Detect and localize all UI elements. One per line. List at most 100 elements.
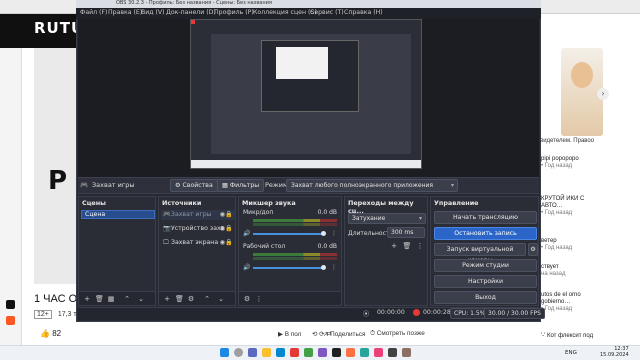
stop-recording-button[interactable]: Остановить запись bbox=[434, 227, 537, 240]
language-indicator[interactable]: ENG bbox=[565, 350, 577, 356]
more-icon[interactable]: ⋮ bbox=[255, 295, 263, 303]
volume-knob[interactable] bbox=[321, 265, 326, 270]
edge-icon[interactable] bbox=[276, 348, 285, 357]
gamepad-icon: 🎮 bbox=[163, 211, 171, 218]
nested-capture-2 bbox=[261, 40, 359, 112]
eye-icon[interactable]: ◉ bbox=[220, 238, 225, 248]
add-icon[interactable]: + bbox=[389, 241, 399, 251]
source-item-screen[interactable]: 🖵 Захват экрана ◉ 🔒 bbox=[161, 238, 235, 248]
transitions-dock: Переходы между сц... Затухание ▾ Длительн… bbox=[344, 196, 428, 306]
app-icon[interactable] bbox=[290, 348, 299, 357]
recommendation-item[interactable]: ветер • Год назад bbox=[541, 238, 603, 252]
record-icon bbox=[413, 309, 420, 316]
arrow-down-icon[interactable]: ⌄ bbox=[137, 295, 145, 303]
more-icon[interactable]: ⋮ bbox=[331, 264, 337, 271]
sources-footer: + 🗑 ⚙ ⌃ ⌄ bbox=[159, 291, 235, 305]
start-stream-button[interactable]: Начать трансляцию bbox=[434, 211, 537, 224]
more-icon[interactable]: ⋮ bbox=[331, 230, 337, 237]
lock-icon[interactable]: 🔒 bbox=[225, 238, 233, 248]
trash-icon[interactable]: 🗑 bbox=[95, 295, 104, 303]
filter-icon[interactable]: ▦ bbox=[107, 295, 115, 303]
exit-button[interactable]: Выход bbox=[434, 291, 537, 304]
arrow-up-icon[interactable]: ⌃ bbox=[123, 295, 131, 303]
task-view-icon[interactable] bbox=[248, 348, 257, 357]
later-button[interactable]: ▶ В пол bbox=[278, 330, 301, 338]
chevron-down-icon: ▾ bbox=[450, 182, 454, 189]
menu-help[interactable]: Справка (H) bbox=[344, 9, 383, 16]
mixer-dock: Микшер звука Микр/доп 0.0 dB 🔊 ⋮ Рабочий… bbox=[238, 196, 342, 306]
recommendation-item[interactable]: utos de el orno gobierno… • Год назад bbox=[541, 292, 603, 313]
properties-button[interactable]: ⚙ Свойства bbox=[170, 179, 218, 192]
trash-icon[interactable]: 🗑 bbox=[175, 295, 184, 303]
share-button[interactable]: ↗ Поделиться bbox=[323, 330, 365, 338]
more-icon[interactable]: ⋮ bbox=[415, 241, 425, 251]
app-icon[interactable] bbox=[374, 348, 383, 357]
search-icon[interactable] bbox=[234, 348, 243, 357]
recommendation-item[interactable]: '-' Кот флексит под bbox=[541, 333, 603, 340]
menu-scene-collection[interactable]: Коллекция сцен (S) bbox=[253, 9, 317, 16]
trash-icon[interactable]: 🗑 bbox=[402, 241, 412, 251]
recording-time: 00:00:28 bbox=[423, 309, 451, 316]
app-icon[interactable] bbox=[346, 348, 355, 357]
mode-label: Режим bbox=[265, 181, 288, 189]
like-count: 82 bbox=[52, 329, 62, 338]
app-icon[interactable] bbox=[388, 348, 397, 357]
rec-title: ветер bbox=[541, 238, 557, 244]
menu-tools[interactable]: Сервис (T) bbox=[310, 9, 344, 16]
gear-icon[interactable]: ⚙ bbox=[243, 295, 251, 303]
menu-docks[interactable]: Док-панели (D) bbox=[166, 9, 216, 16]
filters-label: Фильтры bbox=[229, 182, 260, 189]
tiktok-icon[interactable] bbox=[6, 300, 15, 309]
app-icon[interactable] bbox=[304, 348, 313, 357]
app-icon[interactable] bbox=[6, 316, 15, 325]
add-icon[interactable]: + bbox=[83, 295, 91, 303]
recommendation-caption: видетелем. Правоо bbox=[540, 138, 595, 144]
recommendation-item[interactable]: ствует на назад bbox=[541, 264, 603, 278]
eye-icon[interactable]: ◉ bbox=[220, 210, 225, 220]
like-button[interactable]: 👍 82 bbox=[40, 329, 61, 338]
gear-icon: ⚙ bbox=[175, 182, 183, 189]
mode-select[interactable]: Захват любого полноэкранного приложения ▾ bbox=[286, 179, 458, 192]
arrow-up-icon[interactable]: ⌃ bbox=[203, 295, 211, 303]
arrow-down-icon[interactable]: ⌄ bbox=[217, 295, 225, 303]
chevron-right-icon[interactable]: › bbox=[597, 88, 609, 100]
menu-view[interactable]: Вид (V) bbox=[141, 9, 165, 16]
settings-button[interactable]: Настройки bbox=[434, 275, 537, 288]
source-item-device[interactable]: 📷Устройство захв ◉ 🔒 bbox=[161, 224, 235, 234]
gear-icon[interactable]: ⚙ bbox=[528, 243, 538, 256]
add-icon[interactable]: + bbox=[163, 295, 171, 303]
filters-button[interactable]: ▦ Фильтры bbox=[217, 179, 265, 192]
menu-edit[interactable]: Правка (E) bbox=[108, 9, 142, 16]
eye-icon[interactable]: ◉ bbox=[220, 224, 225, 234]
source-item-game[interactable]: 🎮Захват игры ◉ 🔒 bbox=[161, 210, 235, 220]
volume-icon[interactable]: 🔊 bbox=[243, 264, 250, 271]
studio-mode-button[interactable]: Режим студии bbox=[434, 259, 537, 272]
rec-sub: на назад bbox=[541, 271, 566, 277]
menu-profile[interactable]: Профиль (P) bbox=[214, 9, 254, 16]
virtual-camera-button[interactable]: Запуск виртуальной камеры bbox=[434, 243, 526, 264]
lock-icon[interactable]: 🔒 bbox=[225, 210, 233, 220]
filter-icon: ▦ bbox=[222, 182, 230, 189]
app-icon[interactable] bbox=[402, 348, 411, 357]
scene-item[interactable]: Сцена bbox=[81, 210, 155, 219]
app-icon[interactable] bbox=[360, 348, 369, 357]
rec-title: КРУТОЙ ИКИ С АВТО… bbox=[541, 196, 585, 209]
lock-icon[interactable]: 🔒 bbox=[225, 224, 233, 234]
gear-icon[interactable]: ⚙ bbox=[187, 295, 195, 303]
source-label: Захват игры bbox=[171, 211, 212, 218]
start-icon[interactable] bbox=[220, 348, 229, 357]
duration-input[interactable]: 300 ms bbox=[387, 227, 425, 238]
volume-knob[interactable] bbox=[321, 231, 326, 236]
menu-file[interactable]: Файл (F) bbox=[80, 9, 107, 16]
transition-select[interactable]: Затухание ▾ bbox=[348, 213, 426, 224]
app-icon[interactable] bbox=[318, 348, 327, 357]
volume-slider[interactable] bbox=[253, 233, 323, 235]
watch-later-button[interactable]: ⏱ Смотреть позже bbox=[370, 330, 425, 338]
recommendation-item[interactable]: pipi роророро • Год назад bbox=[541, 156, 603, 170]
system-clock[interactable]: 12:37 15.09.2024 bbox=[600, 346, 629, 358]
obs-icon[interactable] bbox=[332, 348, 341, 357]
explorer-icon[interactable] bbox=[262, 348, 271, 357]
recommendation-item[interactable]: КРУТОЙ ИКИ С АВТО… • Год назад bbox=[541, 196, 603, 217]
volume-icon[interactable]: 🔊 bbox=[243, 230, 250, 237]
volume-slider[interactable] bbox=[253, 267, 323, 269]
